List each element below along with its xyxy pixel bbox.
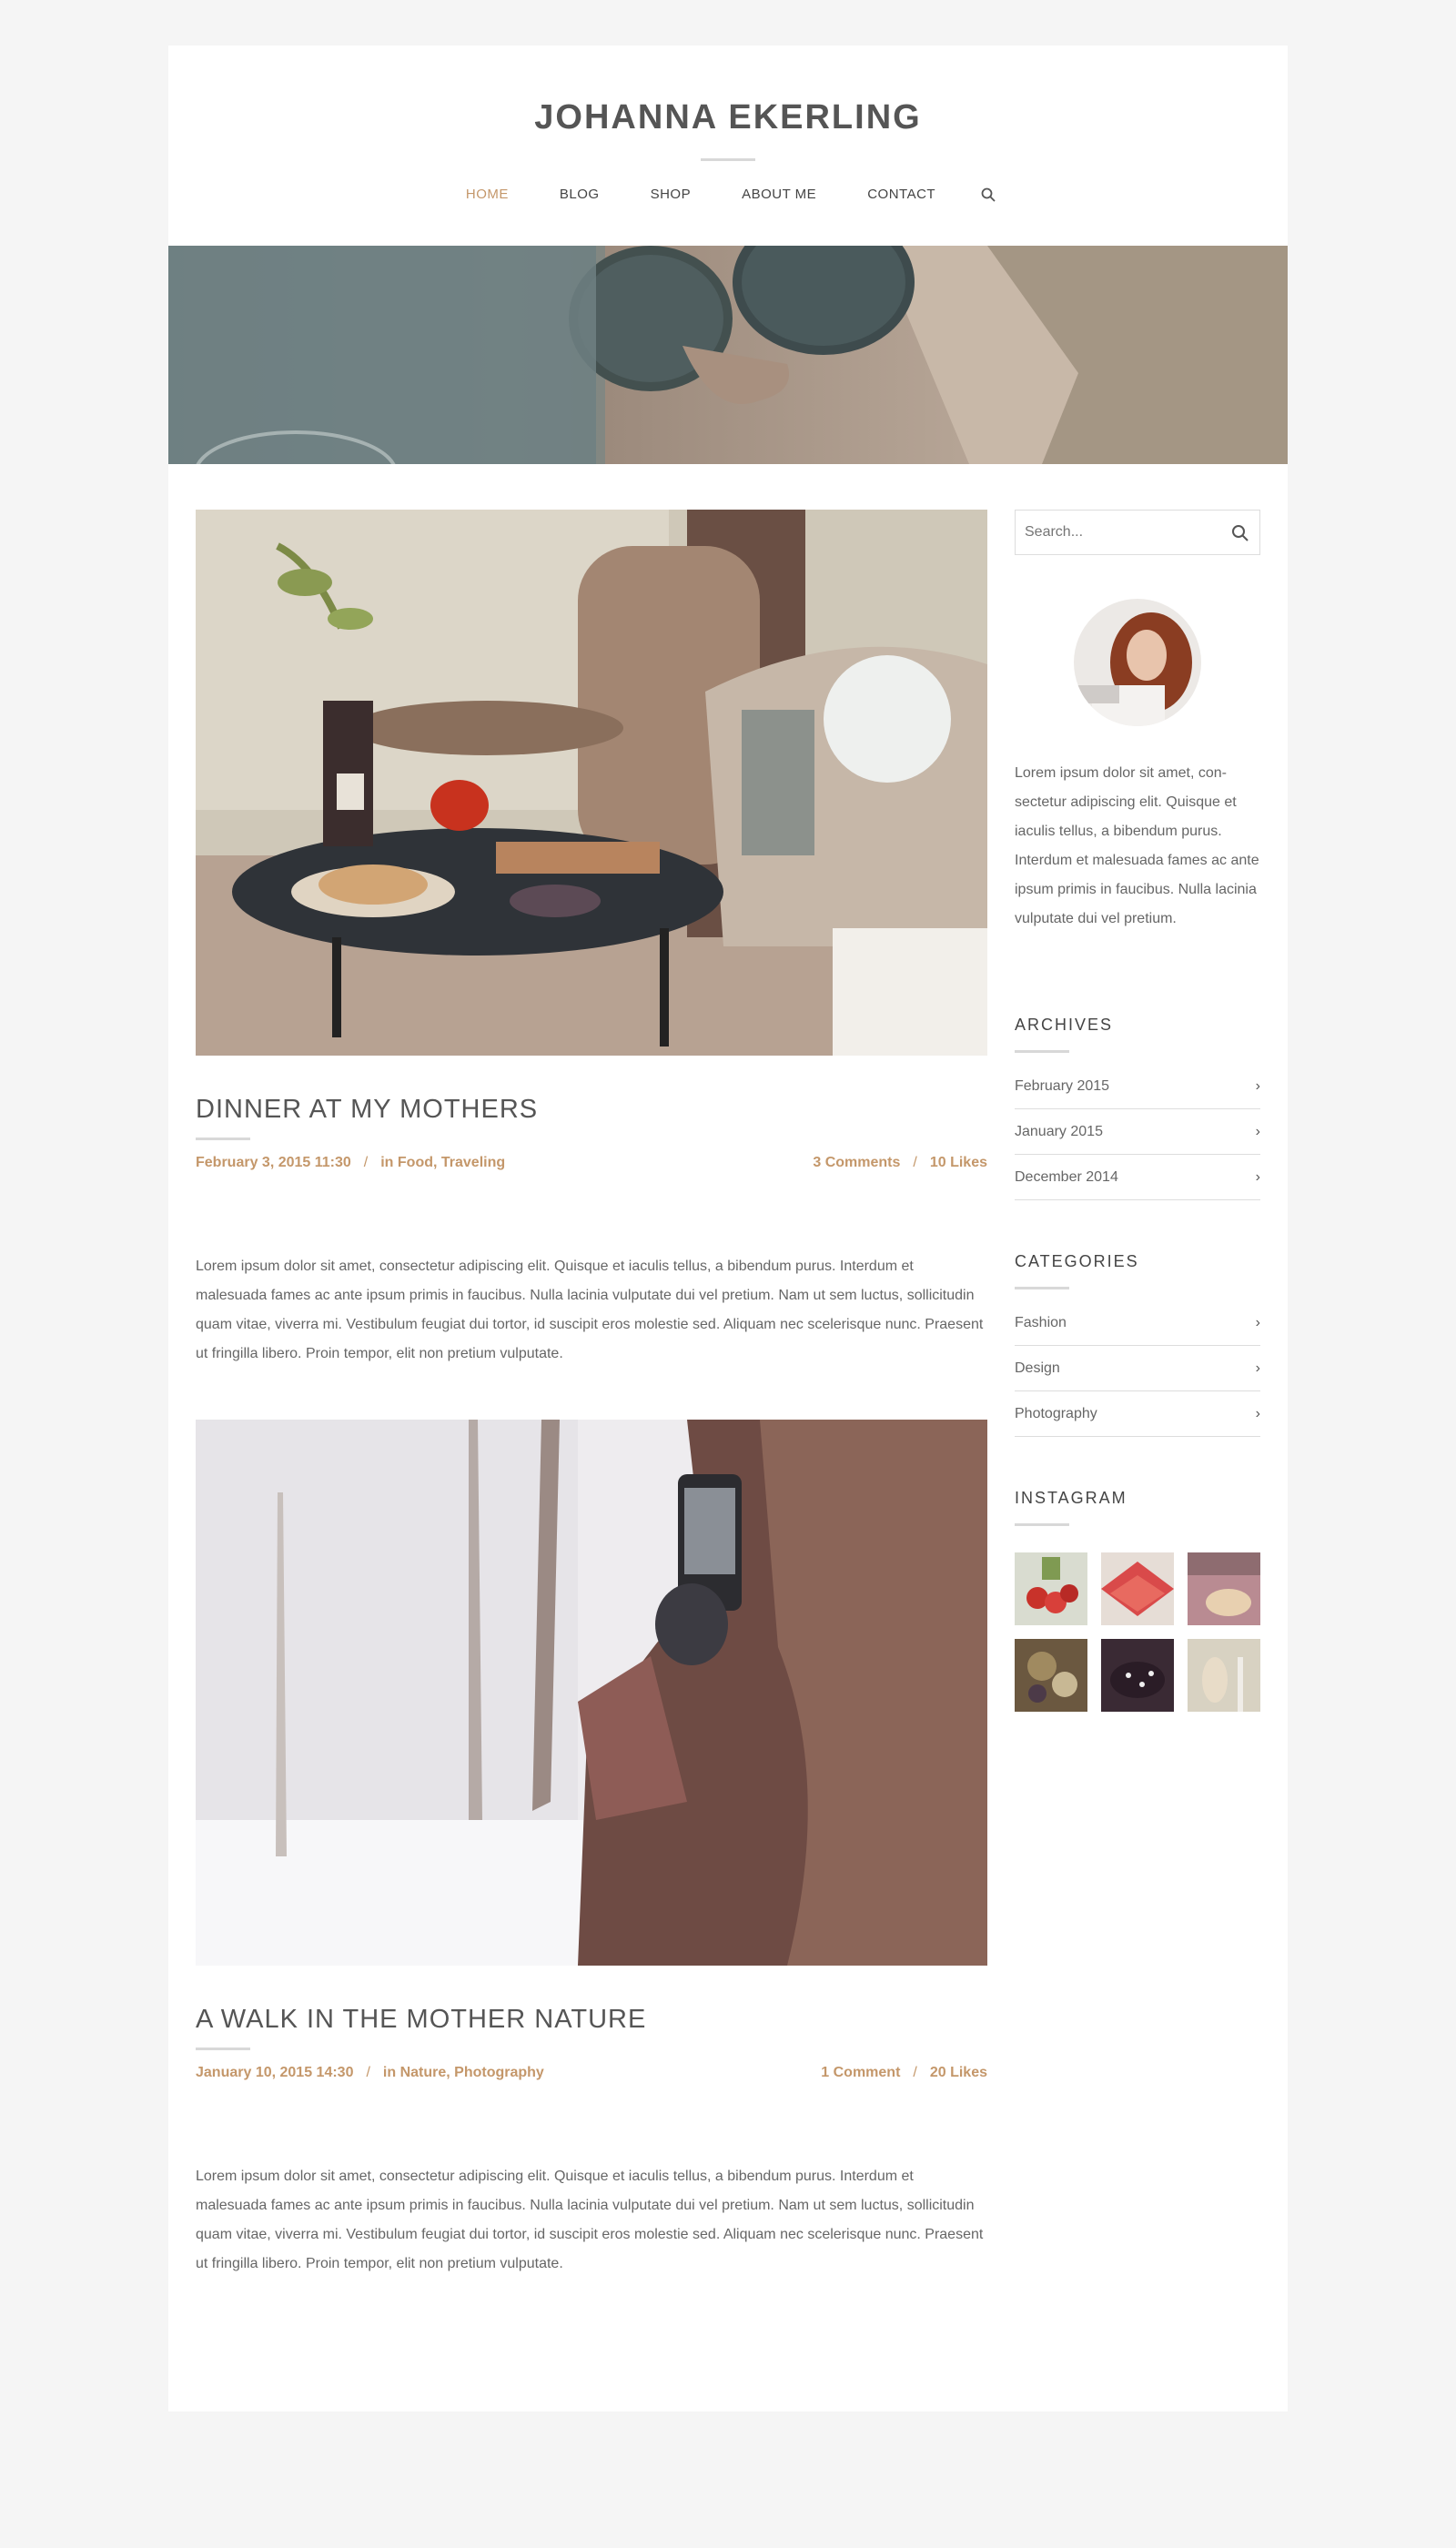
nav-item-shop[interactable]: SHOP xyxy=(625,184,717,206)
post-image-dinner[interactable] xyxy=(196,510,987,1056)
search-input[interactable] xyxy=(1016,511,1216,554)
category-label: Fashion xyxy=(1015,1314,1067,1330)
post-title-divider xyxy=(196,2048,250,2050)
category-item[interactable]: Fashion › xyxy=(1015,1300,1260,1346)
meta-separator: / xyxy=(366,2065,370,2080)
post-categories[interactable]: in Food, Traveling xyxy=(380,1155,505,1175)
widget-divider xyxy=(1015,1523,1069,1526)
archive-label: December 2014 xyxy=(1015,1168,1118,1185)
category-label: Photography xyxy=(1015,1405,1097,1421)
author-bio: Lorem ipsum dolor sit amet, con-sectetur… xyxy=(1015,765,1259,926)
chevron-right-icon: › xyxy=(1255,1405,1260,1421)
avatar xyxy=(1074,599,1201,726)
site-title[interactable]: JOHANNA EKERLING xyxy=(168,98,1288,137)
archive-label: January 2015 xyxy=(1015,1123,1103,1139)
post-comments-link[interactable]: 1 Comment xyxy=(821,2065,900,2085)
widget-divider xyxy=(1015,1287,1069,1289)
post-date[interactable]: February 3, 2015 11:30 xyxy=(196,1155,351,1175)
meta-separator: / xyxy=(913,2065,917,2080)
post-categories[interactable]: in Nature, Photography xyxy=(383,2065,544,2085)
instagram-thumbnail[interactable] xyxy=(1015,1639,1087,1712)
post-title-walk[interactable]: A WALK IN THE MOTHER NATURE xyxy=(196,2005,646,2035)
archive-item[interactable]: December 2014 › xyxy=(1015,1155,1260,1200)
post-image-walk[interactable] xyxy=(196,1420,987,1966)
archive-item[interactable]: February 2015 › xyxy=(1015,1064,1260,1109)
instagram-thumbnail[interactable] xyxy=(1188,1552,1260,1625)
meta-separator: / xyxy=(363,1155,369,1170)
post-excerpt-walk: Lorem ipsum dolor sit amet, consectetur … xyxy=(196,2169,984,2271)
title-divider xyxy=(701,158,755,161)
search-icon[interactable] xyxy=(1230,523,1250,543)
chevron-right-icon: › xyxy=(1255,1168,1260,1185)
categories-title: CATEGORIES xyxy=(1015,1252,1139,1270)
instagram-thumbnail[interactable] xyxy=(1101,1552,1174,1625)
widget-divider xyxy=(1015,1050,1069,1053)
nav-item-contact[interactable]: CONTACT xyxy=(842,184,961,206)
chevron-right-icon: › xyxy=(1255,1123,1260,1139)
post-comments-link[interactable]: 3 Comments xyxy=(813,1155,900,1175)
nav-item-home[interactable]: HOME xyxy=(440,184,534,206)
search-icon xyxy=(981,187,996,202)
nav-item-blog[interactable]: BLOG xyxy=(534,184,625,206)
post-meta-dinner: February 3, 2015 11:30 / in Food, Travel… xyxy=(196,1155,987,1175)
archive-label: February 2015 xyxy=(1015,1077,1110,1094)
post-excerpt-dinner: Lorem ipsum dolor sit amet, consectetur … xyxy=(196,1259,984,1361)
main-nav: HOME BLOG SHOP ABOUT ME CONTACT xyxy=(168,184,1288,206)
archive-item[interactable]: January 2015 › xyxy=(1015,1109,1260,1155)
instagram-title: INSTAGRAM xyxy=(1015,1489,1127,1507)
post-title-divider xyxy=(196,1138,250,1140)
meta-separator: / xyxy=(913,1155,917,1170)
page-container: JOHANNA EKERLING HOME BLOG SHOP ABOUT ME… xyxy=(168,46,1288,2412)
instagram-thumbnail[interactable] xyxy=(1015,1552,1087,1625)
category-label: Design xyxy=(1015,1360,1060,1376)
post-meta-walk: January 10, 2015 14:30 / in Nature, Phot… xyxy=(196,2065,987,2085)
post-likes-link[interactable]: 10 Likes xyxy=(930,1155,987,1175)
archives-title: ARCHIVES xyxy=(1015,1016,1114,1034)
chevron-right-icon: › xyxy=(1255,1360,1260,1376)
nav-search-button[interactable] xyxy=(961,184,1016,206)
post-likes-link[interactable]: 20 Likes xyxy=(930,2065,987,2085)
nav-item-about-me[interactable]: ABOUT ME xyxy=(716,184,842,206)
category-item[interactable]: Photography › xyxy=(1015,1391,1260,1437)
category-item[interactable]: Design › xyxy=(1015,1346,1260,1391)
categories-list: Fashion › Design › Photography › xyxy=(1015,1300,1260,1437)
post-date[interactable]: January 10, 2015 14:30 xyxy=(196,2065,353,2085)
instagram-thumbnail[interactable] xyxy=(1101,1639,1174,1712)
chevron-right-icon: › xyxy=(1255,1314,1260,1330)
chevron-right-icon: › xyxy=(1255,1077,1260,1094)
instagram-grid xyxy=(1015,1552,1262,1712)
archives-list: February 2015 › January 2015 › December 20… xyxy=(1015,1064,1260,1200)
post-title-dinner[interactable]: DINNER AT MY MOTHERS xyxy=(196,1095,538,1125)
instagram-thumbnail[interactable] xyxy=(1188,1639,1260,1712)
sidebar-search xyxy=(1015,510,1260,555)
hero-banner-image xyxy=(168,246,1288,464)
